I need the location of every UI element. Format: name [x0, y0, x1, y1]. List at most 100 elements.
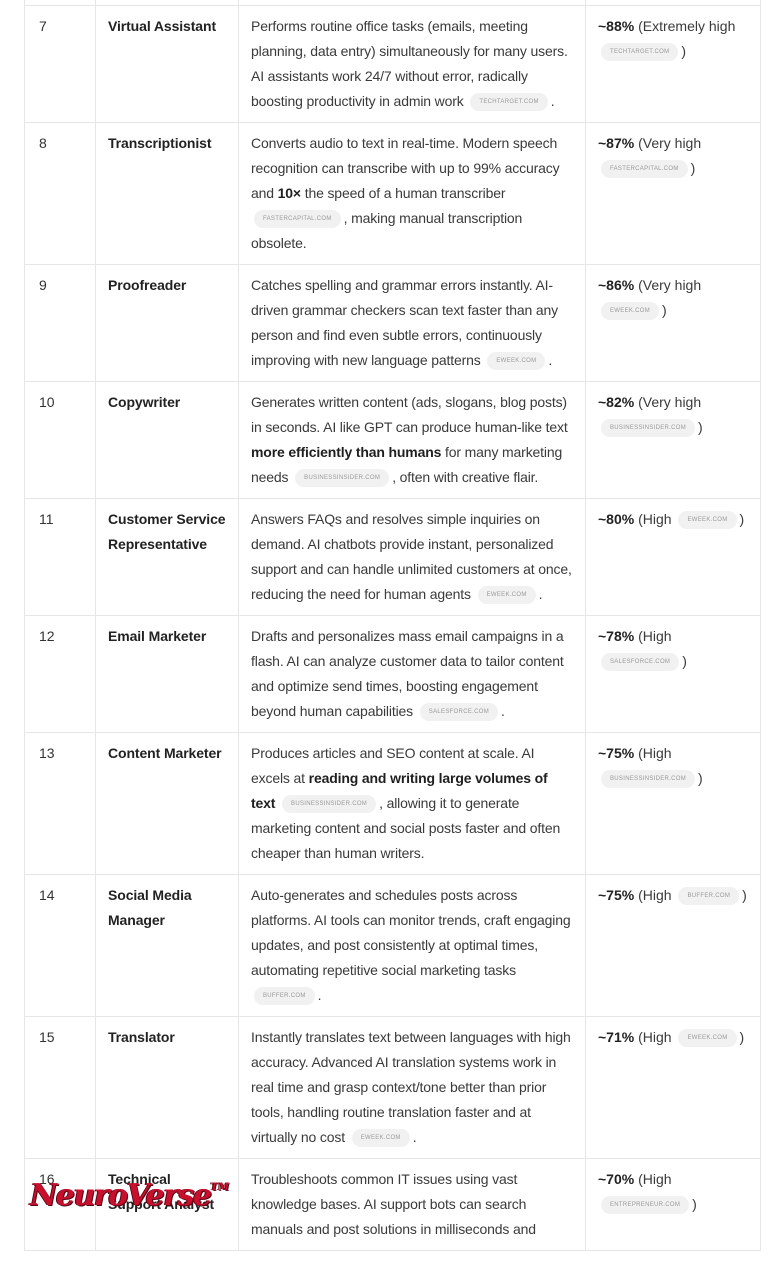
risk-percentage: ~75% [598, 745, 635, 761]
description-text: Instantly translates text between langua… [251, 1029, 571, 1145]
automation-risk: ~75% (High buffer.com) [585, 874, 761, 1017]
job-description: Performs routine office tasks (emails, m… [238, 5, 586, 123]
job-role: Proofreader [95, 264, 239, 382]
source-citation-chip[interactable]: eweek.com [678, 1029, 737, 1048]
source-citation-chip[interactable]: businessinsider.com [295, 469, 390, 488]
emphasis-text: 10× [277, 185, 301, 201]
source-citation-chip[interactable]: salesforce.com [419, 703, 498, 722]
job-role: Email Marketer [95, 615, 239, 733]
source-citation-chip[interactable]: eweek.com [351, 1129, 410, 1148]
table-row: 13 Content Marketer Produces articles and … [24, 732, 761, 875]
job-description: Produces articles and SEO content at sca… [238, 732, 586, 875]
job-role: Translator [95, 1016, 239, 1159]
closing-paren: ) [690, 160, 696, 176]
automation-risk: ~87% (Very high fastercapital.com) [585, 122, 761, 265]
table-row: 10 Copywriter Generates written content (a… [24, 381, 761, 499]
table-row: 14 Social Media Manager Auto-generates and… [24, 874, 761, 1017]
source-citation-chip[interactable]: fastercapital.com [254, 210, 341, 229]
risk-level-label: (Very high [638, 394, 702, 410]
job-description: Drafts and personalizes mass email campa… [238, 615, 586, 733]
job-description: Converts audio to text in real-time. Mod… [238, 122, 586, 265]
risk-level-label: (High [638, 1171, 672, 1187]
job-role: Virtual Assistant [95, 5, 239, 123]
risk-percentage: ~86% [598, 277, 635, 293]
description-text: . [548, 352, 553, 368]
source-citation-chip[interactable]: techtarget.com [470, 93, 548, 112]
row-number: 13 [24, 732, 96, 875]
closing-paren: ) [692, 1196, 697, 1212]
job-description: Auto-generates and schedules posts acros… [238, 874, 586, 1017]
description-text: . [317, 987, 322, 1003]
source-citation-chip[interactable]: businessinsider.com [601, 770, 696, 789]
neuroverse-watermark-logo: NeuroVerseTM [30, 1178, 229, 1213]
risk-level-label: (High [638, 1029, 672, 1045]
risk-level-label: (High [638, 887, 672, 903]
source-citation-chip[interactable]: eweek.com [678, 511, 737, 530]
job-role: Copywriter [95, 381, 239, 499]
job-description: Generates written content (ads, slogans,… [238, 381, 586, 499]
automation-risk: ~71% (High eweek.com) [585, 1016, 761, 1159]
row-number: 11 [24, 498, 96, 616]
source-citation-chip[interactable]: salesforce.com [601, 653, 680, 672]
job-automation-table-container: 7 Virtual Assistant Performs routine offic… [24, 0, 761, 1251]
risk-percentage: ~71% [598, 1029, 635, 1045]
automation-risk: ~82% (Very high businessinsider.com) [585, 381, 761, 499]
risk-level-label: (High [638, 511, 672, 527]
row-number: 9 [24, 264, 96, 382]
table-row: 12 Email Marketer Drafts and personalizes … [24, 615, 761, 733]
emphasis-text: more efficiently than humans [251, 444, 442, 460]
job-description: Answers FAQs and resolves simple inquiri… [238, 498, 586, 616]
trademark-symbol: TM [210, 1182, 230, 1193]
description-text: Troubleshoots common IT issues using vas… [251, 1171, 536, 1237]
risk-level-label: (High [638, 745, 672, 761]
risk-percentage: ~88% [598, 18, 635, 34]
job-description: Troubleshoots common IT issues using vas… [238, 1158, 586, 1251]
source-citation-chip[interactable]: businessinsider.com [601, 419, 696, 438]
table-row: 7 Virtual Assistant Performs routine offic… [24, 5, 761, 123]
risk-level-label: (Extremely high [638, 18, 736, 34]
source-citation-chip[interactable]: buffer.com [678, 887, 740, 906]
job-role: Social Media Manager [95, 874, 239, 1017]
table-row: 9 Proofreader Catches spelling and grammar… [24, 264, 761, 382]
source-citation-chip[interactable]: buffer.com [254, 987, 315, 1006]
risk-level-label: (High [638, 628, 672, 644]
row-number: 14 [24, 874, 96, 1017]
description-text: the speed of a human transcriber [300, 185, 506, 201]
job-role: Content Marketer [95, 732, 239, 875]
source-citation-chip[interactable]: businessinsider.com [282, 795, 377, 814]
row-number: 10 [24, 381, 96, 499]
risk-percentage: ~78% [598, 628, 635, 644]
closing-paren: ) [742, 887, 747, 903]
closing-paren: ) [739, 1029, 745, 1045]
job-role: Customer Service Representative [95, 498, 239, 616]
row-number: 15 [24, 1016, 96, 1159]
automation-risk: ~75% (High businessinsider.com) [585, 732, 761, 875]
brand-name: NeuroVerse [30, 1178, 212, 1213]
row-number: 12 [24, 615, 96, 733]
source-citation-chip[interactable]: eweek.com [477, 586, 536, 605]
risk-level-label: (Very high [638, 277, 702, 293]
closing-paren: ) [698, 419, 703, 435]
job-description: Catches spelling and grammar errors inst… [238, 264, 586, 382]
job-role: Transcriptionist [95, 122, 239, 265]
job-description: Instantly translates text between langua… [238, 1016, 586, 1159]
table-row: 11 Customer Service Representative Answers… [24, 498, 761, 616]
source-citation-chip[interactable]: techtarget.com [601, 43, 679, 62]
risk-level-label: (Very high [638, 135, 702, 151]
row-number: 7 [24, 5, 96, 123]
closing-paren: ) [739, 511, 745, 527]
closing-paren: ) [682, 653, 687, 669]
closing-paren: ) [662, 302, 667, 318]
source-citation-chip[interactable]: eweek.com [487, 352, 546, 371]
description-text: . [538, 586, 543, 602]
row-number: 8 [24, 122, 96, 265]
risk-percentage: ~80% [598, 511, 635, 527]
description-text: Generates written content (ads, slogans,… [251, 394, 568, 435]
risk-percentage: ~87% [598, 135, 635, 151]
risk-percentage: ~70% [598, 1171, 635, 1187]
description-text: . [550, 93, 555, 109]
source-citation-chip[interactable]: entrepreneur.com [601, 1196, 690, 1215]
risk-percentage: ~82% [598, 394, 635, 410]
source-citation-chip[interactable]: fastercapital.com [601, 160, 688, 179]
source-citation-chip[interactable]: eweek.com [601, 302, 660, 321]
